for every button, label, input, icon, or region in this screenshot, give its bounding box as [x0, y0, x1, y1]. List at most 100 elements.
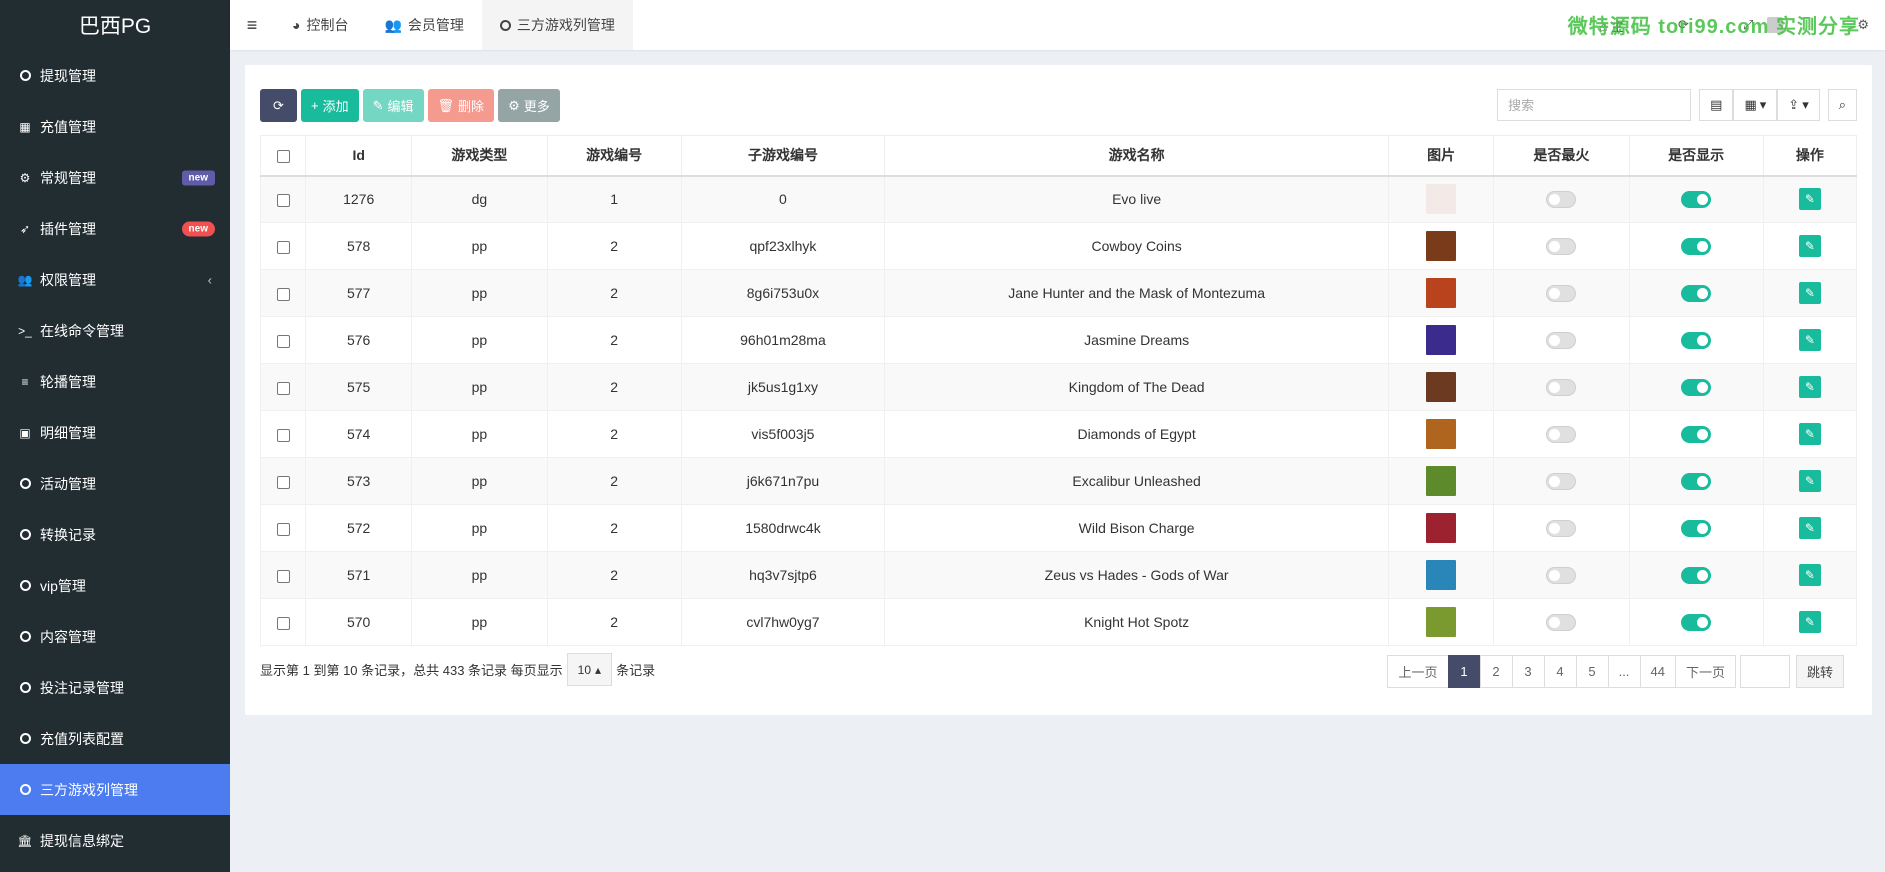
- sidebar-item[interactable]: 提现管理: [0, 50, 230, 101]
- page-size-select[interactable]: 10 ▴: [566, 653, 613, 686]
- sidebar-item[interactable]: 👥 权限管理 ‹: [0, 254, 230, 305]
- col-header[interactable]: 游戏类型: [411, 135, 548, 177]
- row-checkbox[interactable]: [276, 475, 290, 489]
- tab-members[interactable]: 👥 会员管理: [366, 0, 481, 50]
- hot-toggle[interactable]: [1546, 237, 1577, 255]
- page-button[interactable]: 5: [1575, 655, 1609, 688]
- col-header[interactable]: 是否显示: [1628, 135, 1764, 177]
- game-thumbnail[interactable]: [1426, 513, 1457, 543]
- visible-toggle[interactable]: [1681, 284, 1712, 302]
- add-button[interactable]: + 添加: [301, 89, 359, 122]
- col-header[interactable]: 子游戏编号: [680, 135, 886, 177]
- toggle-view-button[interactable]: ▤: [1699, 89, 1734, 121]
- row-checkbox[interactable]: [276, 334, 290, 348]
- game-thumbnail[interactable]: [1426, 231, 1457, 261]
- table-row[interactable]: 575 pp 2 jk5us1g1xy Kingdom of The Dead ✎: [259, 363, 1858, 411]
- col-header[interactable]: Id: [305, 135, 413, 177]
- visible-toggle[interactable]: [1681, 519, 1712, 537]
- avatar[interactable]: [1767, 17, 1784, 33]
- game-thumbnail[interactable]: [1426, 278, 1457, 308]
- game-thumbnail[interactable]: [1426, 466, 1457, 496]
- sidebar-item[interactable]: 🏛 提现信息绑定: [0, 815, 230, 866]
- sidebar-item[interactable]: 充值列表配置: [0, 713, 230, 764]
- col-header[interactable]: 游戏名称: [884, 135, 1390, 177]
- row-checkbox[interactable]: [276, 569, 290, 583]
- more-button[interactable]: ⚙ 更多: [498, 89, 560, 122]
- visible-toggle[interactable]: [1681, 472, 1712, 490]
- sidebar-item[interactable]: 内容管理: [0, 611, 230, 662]
- page-button[interactable]: 1: [1447, 655, 1481, 688]
- visible-toggle[interactable]: [1681, 566, 1712, 584]
- search-input[interactable]: [1497, 89, 1692, 121]
- row-checkbox[interactable]: [276, 616, 290, 630]
- hamburger-icon[interactable]: ≡: [230, 0, 274, 50]
- prev-page-button[interactable]: 上一页: [1387, 655, 1449, 688]
- visible-toggle[interactable]: [1681, 331, 1712, 349]
- row-checkbox[interactable]: [276, 287, 290, 301]
- page-button[interactable]: 3: [1511, 655, 1545, 688]
- hot-toggle[interactable]: [1546, 613, 1577, 631]
- game-thumbnail[interactable]: [1426, 419, 1457, 449]
- page-button[interactable]: 44: [1639, 655, 1676, 688]
- edit-row-button[interactable]: ✎: [1798, 376, 1821, 398]
- col-header[interactable]: 游戏编号: [546, 135, 682, 177]
- game-thumbnail[interactable]: [1426, 372, 1457, 402]
- game-thumbnail[interactable]: [1426, 560, 1457, 590]
- hot-toggle[interactable]: [1546, 331, 1577, 349]
- page-button[interactable]: 4: [1543, 655, 1577, 688]
- hot-toggle[interactable]: [1546, 191, 1577, 209]
- sidebar-item[interactable]: 转换记录: [0, 509, 230, 560]
- page-button[interactable]: 2: [1479, 655, 1513, 688]
- table-row[interactable]: 573 pp 2 j6k671n7pu Excalibur Unleashed ✎: [259, 457, 1858, 505]
- visible-toggle[interactable]: [1681, 191, 1712, 209]
- col-header[interactable]: 是否最火: [1493, 135, 1630, 177]
- hot-toggle[interactable]: [1546, 566, 1577, 584]
- game-thumbnail[interactable]: [1426, 607, 1457, 637]
- edit-row-button[interactable]: ✎: [1798, 517, 1821, 539]
- jump-button[interactable]: 跳转: [1795, 655, 1844, 688]
- game-thumbnail[interactable]: [1426, 325, 1457, 355]
- table-row[interactable]: 578 pp 2 qpf23xlhyk Cowboy Coins ✎: [259, 222, 1858, 270]
- edit-row-button[interactable]: ✎: [1798, 282, 1821, 304]
- edit-row-button[interactable]: ✎: [1798, 423, 1821, 445]
- sidebar-item[interactable]: ▣ 明细管理: [0, 407, 230, 458]
- page-button[interactable]: ...: [1607, 655, 1641, 688]
- delete-button[interactable]: 🗑 删除: [427, 89, 495, 122]
- fullscreen-icon[interactable]: ⤢: [1743, 17, 1753, 33]
- table-row[interactable]: 574 pp 2 vis5f003j5 Diamonds of Egypt ✎: [259, 410, 1858, 458]
- sidebar-item[interactable]: ▦ 充值管理: [0, 101, 230, 152]
- sidebar-item[interactable]: >_ 在线命令管理: [0, 305, 230, 356]
- select-all-checkbox[interactable]: [276, 150, 290, 164]
- row-checkbox[interactable]: [276, 428, 290, 442]
- hot-toggle[interactable]: [1546, 472, 1577, 490]
- home-link[interactable]: ⌂ 主: [1600, 16, 1624, 35]
- edit-button[interactable]: ✎ 编辑: [362, 89, 424, 122]
- game-thumbnail[interactable]: [1426, 184, 1457, 215]
- hot-toggle[interactable]: [1546, 519, 1577, 537]
- columns-button[interactable]: ▦ ▾: [1733, 89, 1778, 121]
- sidebar-item[interactable]: vip管理: [0, 560, 230, 611]
- visible-toggle[interactable]: [1681, 237, 1712, 255]
- edit-row-button[interactable]: ✎: [1798, 564, 1821, 586]
- row-checkbox[interactable]: [276, 194, 290, 208]
- edit-row-button[interactable]: ✎: [1798, 235, 1821, 257]
- chevron-left-icon[interactable]: ‹: [208, 272, 212, 287]
- table-row[interactable]: 571 pp 2 hq3v7sjtp6 Zeus vs Hades - Gods of …: [259, 551, 1858, 599]
- table-row[interactable]: 572 pp 2 1580drwc4k Wild Bison Charge ✎: [259, 504, 1858, 552]
- settings-icon[interactable]: ⚙: [1857, 17, 1869, 33]
- row-checkbox[interactable]: [276, 240, 290, 254]
- hot-toggle[interactable]: [1546, 284, 1577, 302]
- visible-toggle[interactable]: [1681, 425, 1712, 443]
- edit-row-button[interactable]: ✎: [1798, 611, 1821, 633]
- edit-row-button[interactable]: ✎: [1798, 470, 1821, 492]
- visible-toggle[interactable]: [1681, 613, 1712, 631]
- col-header[interactable]: 图片: [1388, 135, 1495, 177]
- brand-logo[interactable]: 巴西PG: [0, 0, 230, 50]
- table-row[interactable]: 576 pp 2 96h01m28ma Jasmine Dreams ✎: [259, 316, 1858, 364]
- table-row[interactable]: 577 pp 2 8g6i753u0x Jane Hunter and the Mask…: [259, 269, 1858, 317]
- tab-dashboard[interactable]: ◕ 控制台: [274, 0, 366, 50]
- next-page-button[interactable]: 下一页: [1674, 655, 1736, 688]
- col-header[interactable]: 操作: [1762, 135, 1858, 177]
- refresh-icon[interactable]: ⟳: [1678, 17, 1689, 33]
- hot-toggle[interactable]: [1546, 378, 1577, 396]
